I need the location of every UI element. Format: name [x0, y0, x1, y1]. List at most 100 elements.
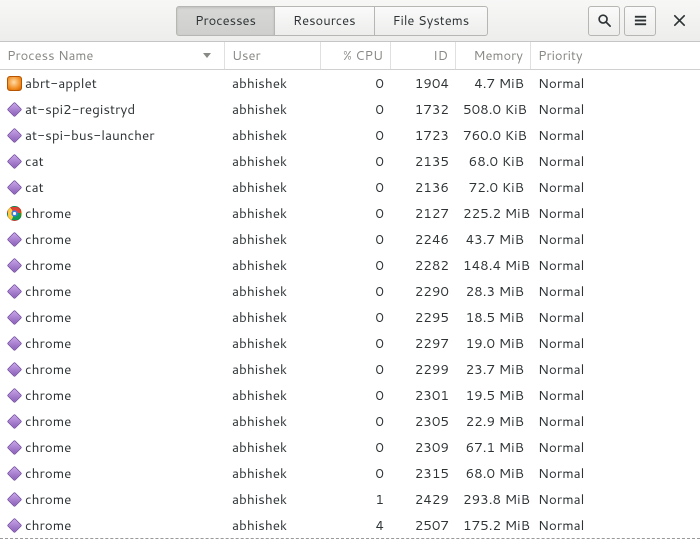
cell-cpu: 0	[321, 360, 391, 379]
process-name: chrome	[25, 412, 71, 431]
tab-processes[interactable]: Processes	[176, 6, 275, 36]
headerbar-right	[588, 6, 694, 36]
cell-priority: Normal	[531, 152, 700, 171]
tab-resources[interactable]: Resources	[274, 6, 375, 36]
cell-process-name: at-spi2-registryd	[0, 100, 225, 119]
process-name: at-spi2-registryd	[25, 100, 135, 119]
chrome-icon	[7, 206, 22, 221]
cell-cpu: 0	[321, 464, 391, 483]
cell-memory: 18.5 MiB	[456, 308, 531, 327]
cell-process-name: at-spi-bus-launcher	[0, 126, 225, 145]
cell-user: abhishek	[225, 230, 321, 249]
cell-memory: 148.4 MiB	[456, 256, 531, 275]
cell-user: abhishek	[225, 204, 321, 223]
table-row[interactable]: chromeabhishek0230522.9 MiBNormal	[0, 408, 700, 434]
cell-priority: Normal	[531, 178, 700, 197]
cell-memory: 19.5 MiB	[456, 386, 531, 405]
process-name: chrome	[25, 334, 71, 353]
table-row[interactable]: abrt-appletabhishek019044.7 MiBNormal	[0, 70, 700, 96]
process-name: chrome	[25, 386, 71, 405]
diamond-icon	[7, 257, 22, 272]
cell-user: abhishek	[225, 386, 321, 405]
cell-id: 2299	[391, 360, 456, 379]
diamond-icon	[7, 361, 22, 376]
process-name: chrome	[25, 438, 71, 457]
process-name: at-spi-bus-launcher	[25, 126, 155, 145]
cell-user: abhishek	[225, 74, 321, 93]
table-row[interactable]: chromeabhishek02282148.4 MiBNormal	[0, 252, 700, 278]
cell-user: abhishek	[225, 490, 321, 509]
table-row[interactable]: chromeabhishek12429293.8 MiBNormal	[0, 486, 700, 512]
cell-memory: 68.0 KiB	[456, 152, 531, 171]
column-header-priority[interactable]: Priority	[531, 42, 700, 69]
process-list[interactable]: abrt-appletabhishek019044.7 MiBNormalat-…	[0, 70, 700, 547]
table-row[interactable]: catabhishek0213568.0 KiBNormal	[0, 148, 700, 174]
cell-user: abhishek	[225, 152, 321, 171]
window-close-button[interactable]	[664, 6, 694, 36]
cell-process-name: chrome	[0, 256, 225, 275]
cell-priority: Normal	[531, 282, 700, 301]
table-row[interactable]: catabhishek0213672.0 KiBNormal	[0, 174, 700, 200]
cell-cpu: 0	[321, 100, 391, 119]
menu-button[interactable]	[624, 6, 656, 36]
table-row[interactable]: chromeabhishek02127225.2 MiBNormal	[0, 200, 700, 226]
process-name: abrt-applet	[25, 74, 97, 93]
cell-priority: Normal	[531, 230, 700, 249]
diamond-icon	[7, 335, 22, 350]
table-row[interactable]: chromeabhishek42507175.2 MiBNormal	[0, 512, 700, 538]
process-name: cat	[25, 178, 44, 197]
cell-memory: 293.8 MiB	[456, 490, 531, 509]
table-row[interactable]: at-spi2-registrydabhishek01732508.0 KiBN…	[0, 96, 700, 122]
cell-process-name: chrome	[0, 308, 225, 327]
table-row[interactable]: chromeabhishek0230119.5 MiBNormal	[0, 382, 700, 408]
tab-label: Resources	[293, 12, 356, 30]
table-row[interactable]: chromeabhishek0229719.0 MiBNormal	[0, 330, 700, 356]
column-header-cpu[interactable]: % CPU	[321, 42, 391, 69]
cell-user: abhishek	[225, 438, 321, 457]
table-row[interactable]: chromeabhishek0231568.0 MiBNormal	[0, 460, 700, 486]
table-row[interactable]: chromeabhishek0230967.1 MiBNormal	[0, 434, 700, 460]
column-headers: Process Name User % CPU ID Memory Priori…	[0, 42, 700, 70]
more-rows-indicator	[0, 538, 700, 547]
column-header-process-name[interactable]: Process Name	[0, 42, 225, 69]
tab-label: Processes	[195, 12, 256, 30]
process-name: chrome	[25, 490, 71, 509]
table-row[interactable]: at-spi-bus-launcherabhishek01723760.0 Ki…	[0, 122, 700, 148]
column-header-label: % CPU	[343, 47, 383, 65]
column-header-memory[interactable]: Memory	[456, 42, 531, 69]
cell-priority: Normal	[531, 256, 700, 275]
cell-priority: Normal	[531, 334, 700, 353]
cell-cpu: 0	[321, 412, 391, 431]
cell-memory: 43.7 MiB	[456, 230, 531, 249]
cell-process-name: abrt-applet	[0, 74, 225, 93]
orange-icon	[7, 76, 22, 91]
table-row[interactable]: chromeabhishek0224643.7 MiBNormal	[0, 226, 700, 252]
diamond-icon	[7, 465, 22, 480]
tab-file-systems[interactable]: File Systems	[374, 6, 489, 36]
cell-memory: 68.0 MiB	[456, 464, 531, 483]
tab-label: File Systems	[393, 12, 470, 30]
cell-memory: 19.0 MiB	[456, 334, 531, 353]
cell-process-name: cat	[0, 178, 225, 197]
table-row[interactable]: chromeabhishek0229923.7 MiBNormal	[0, 356, 700, 382]
cell-process-name: chrome	[0, 282, 225, 301]
cell-cpu: 0	[321, 152, 391, 171]
process-name: chrome	[25, 464, 71, 483]
cell-priority: Normal	[531, 360, 700, 379]
process-name: chrome	[25, 308, 71, 327]
cell-process-name: cat	[0, 152, 225, 171]
sort-indicator-icon	[203, 53, 211, 58]
search-button[interactable]	[588, 6, 620, 36]
cell-id: 2290	[391, 282, 456, 301]
cell-process-name: chrome	[0, 360, 225, 379]
column-header-id[interactable]: ID	[391, 42, 456, 69]
cell-user: abhishek	[225, 282, 321, 301]
column-header-user[interactable]: User	[225, 42, 321, 69]
table-row[interactable]: chromeabhishek0229028.3 MiBNormal	[0, 278, 700, 304]
table-row[interactable]: chromeabhishek0229518.5 MiBNormal	[0, 304, 700, 330]
column-header-label: Priority	[538, 47, 583, 65]
diamond-icon	[7, 283, 22, 298]
cell-memory: 28.3 MiB	[456, 282, 531, 301]
cell-id: 1904	[391, 74, 456, 93]
cell-cpu: 0	[321, 126, 391, 145]
